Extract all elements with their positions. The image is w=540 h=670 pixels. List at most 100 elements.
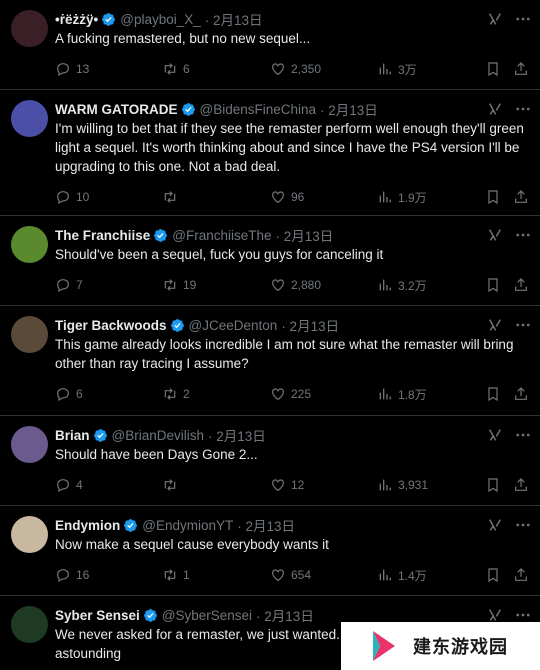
avatar[interactable]: [11, 426, 48, 463]
display-name[interactable]: •ṙëżżÿ•: [55, 12, 98, 27]
display-name[interactable]: Tiger Backwoods: [55, 318, 167, 333]
like-button[interactable]: 654: [270, 566, 311, 584]
user-handle[interactable]: @playboi_X_: [120, 12, 201, 27]
heart-icon: [272, 388, 284, 401]
more-options-icon[interactable]: [514, 516, 532, 534]
reply-button[interactable]: 7: [55, 276, 83, 294]
display-name[interactable]: WARM GATORADE: [55, 102, 178, 117]
views-button[interactable]: 3,931: [377, 476, 428, 494]
avatar[interactable]: [11, 100, 48, 137]
grok-icon[interactable]: [487, 101, 503, 117]
tweet-text: Should have been Days Gone 2...: [55, 447, 258, 462]
retweet-button[interactable]: 19: [162, 276, 196, 294]
like-button[interactable]: 225: [270, 385, 311, 403]
view-count: 1.8万: [398, 387, 427, 402]
reply-button[interactable]: 4: [55, 476, 83, 494]
timestamp[interactable]: · 2月13日: [276, 225, 334, 245]
user-handle[interactable]: @SyberSensei: [162, 608, 252, 623]
reply-icon: [57, 63, 69, 77]
reply-button[interactable]: 10: [55, 188, 89, 206]
share-button[interactable]: [513, 476, 529, 494]
grok-icon[interactable]: [487, 607, 503, 623]
reply-button[interactable]: 16: [55, 566, 89, 584]
avatar[interactable]: [11, 516, 48, 553]
retweet-button[interactable]: [162, 476, 183, 494]
like-button[interactable]: 2,350: [270, 60, 321, 78]
avatar[interactable]: [11, 10, 48, 47]
bookmark-button[interactable]: [485, 276, 501, 294]
like-count: 12: [291, 478, 305, 492]
views-button[interactable]: 1.4万: [377, 566, 427, 584]
grok-icon[interactable]: [487, 517, 503, 533]
share-button[interactable]: [513, 566, 529, 584]
tweet[interactable]: Endymion @EndymionYT · 2月13日 Now make a …: [0, 506, 540, 596]
reply-button[interactable]: 13: [55, 60, 89, 78]
user-handle[interactable]: @BidensFineChina: [200, 102, 317, 117]
tweet[interactable]: The Franchiise @FranchiiseThe · 2月13日 Sh…: [0, 216, 540, 306]
user-handle[interactable]: @BrianDevilish: [112, 428, 204, 443]
user-handle[interactable]: @FranchiiseThe: [172, 228, 271, 243]
tweet[interactable]: WARM GATORADE @BidensFineChina · 2月13日 I…: [0, 90, 540, 216]
verified-badge-icon: [143, 608, 157, 622]
views-button[interactable]: 1.8万: [377, 385, 427, 403]
like-button[interactable]: 96: [270, 188, 304, 206]
share-button[interactable]: [513, 60, 529, 78]
reply-button[interactable]: 6: [55, 385, 83, 403]
display-name[interactable]: The Franchiise: [55, 228, 150, 243]
display-name[interactable]: Brian: [55, 428, 90, 443]
timestamp[interactable]: · 2月13日: [205, 9, 263, 29]
bookmark-button[interactable]: [485, 566, 501, 584]
views-button[interactable]: 3万: [377, 60, 417, 78]
timestamp[interactable]: · 2月13日: [208, 425, 266, 445]
avatar[interactable]: [11, 316, 48, 353]
bookmark-button[interactable]: [485, 476, 501, 494]
bookmark-button[interactable]: [485, 188, 501, 206]
bookmark-button[interactable]: [485, 60, 501, 78]
display-name[interactable]: Endymion: [55, 518, 120, 533]
retweet-button[interactable]: 2: [162, 385, 190, 403]
avatar[interactable]: [11, 606, 48, 643]
display-name[interactable]: Syber Sensei: [55, 608, 140, 623]
like-button[interactable]: 2,880: [270, 276, 321, 294]
verified-badge-icon: [181, 102, 195, 116]
tweet-actions: 13 6 2,350 3万: [55, 60, 535, 78]
grok-icon[interactable]: [487, 227, 503, 243]
share-button[interactable]: [513, 385, 529, 403]
more-options-icon[interactable]: [514, 316, 532, 334]
verified-badge-icon: [170, 318, 184, 332]
user-handle[interactable]: @EndymionYT: [142, 518, 233, 533]
grok-icon[interactable]: [487, 427, 503, 443]
timestamp[interactable]: · 2月13日: [281, 315, 339, 335]
share-button[interactable]: [513, 188, 529, 206]
grok-icon[interactable]: [487, 317, 503, 333]
tweet-text: I'm willing to bet that if they see the …: [55, 121, 524, 174]
views-button[interactable]: 1.9万: [377, 188, 427, 206]
timestamp[interactable]: · 2月13日: [237, 515, 295, 535]
tweet-text: Now make a sequel cause everybody wants …: [55, 537, 329, 552]
view-count: 3.2万: [398, 278, 427, 293]
share-button[interactable]: [513, 276, 529, 294]
more-options-icon[interactable]: [514, 226, 532, 244]
tweet-text: This game already looks incredible I am …: [55, 337, 514, 371]
retweet-button[interactable]: [162, 188, 183, 206]
retweet-icon: [164, 569, 176, 581]
analytics-icon: [379, 569, 391, 581]
grok-icon[interactable]: [487, 11, 503, 27]
retweet-count: 1: [183, 568, 190, 582]
tweet[interactable]: Tiger Backwoods @JCeeDenton · 2月13日 This…: [0, 306, 540, 416]
retweet-button[interactable]: 6: [162, 60, 190, 78]
tweet[interactable]: •ṙëżżÿ• @playboi_X_ · 2月13日 A fucking re…: [0, 0, 540, 90]
more-options-icon[interactable]: [514, 426, 532, 444]
timestamp[interactable]: · 2月13日: [256, 605, 314, 625]
watermark-logo-icon: [373, 631, 395, 661]
more-options-icon[interactable]: [514, 10, 532, 28]
retweet-button[interactable]: 1: [162, 566, 190, 584]
timestamp[interactable]: · 2月13日: [320, 99, 378, 119]
avatar[interactable]: [11, 226, 48, 263]
bookmark-button[interactable]: [485, 385, 501, 403]
tweet[interactable]: Brian @BrianDevilish · 2月13日 Should have…: [0, 416, 540, 506]
more-options-icon[interactable]: [514, 100, 532, 118]
like-button[interactable]: 12: [270, 476, 304, 494]
views-button[interactable]: 3.2万: [377, 276, 427, 294]
user-handle[interactable]: @JCeeDenton: [189, 318, 278, 333]
